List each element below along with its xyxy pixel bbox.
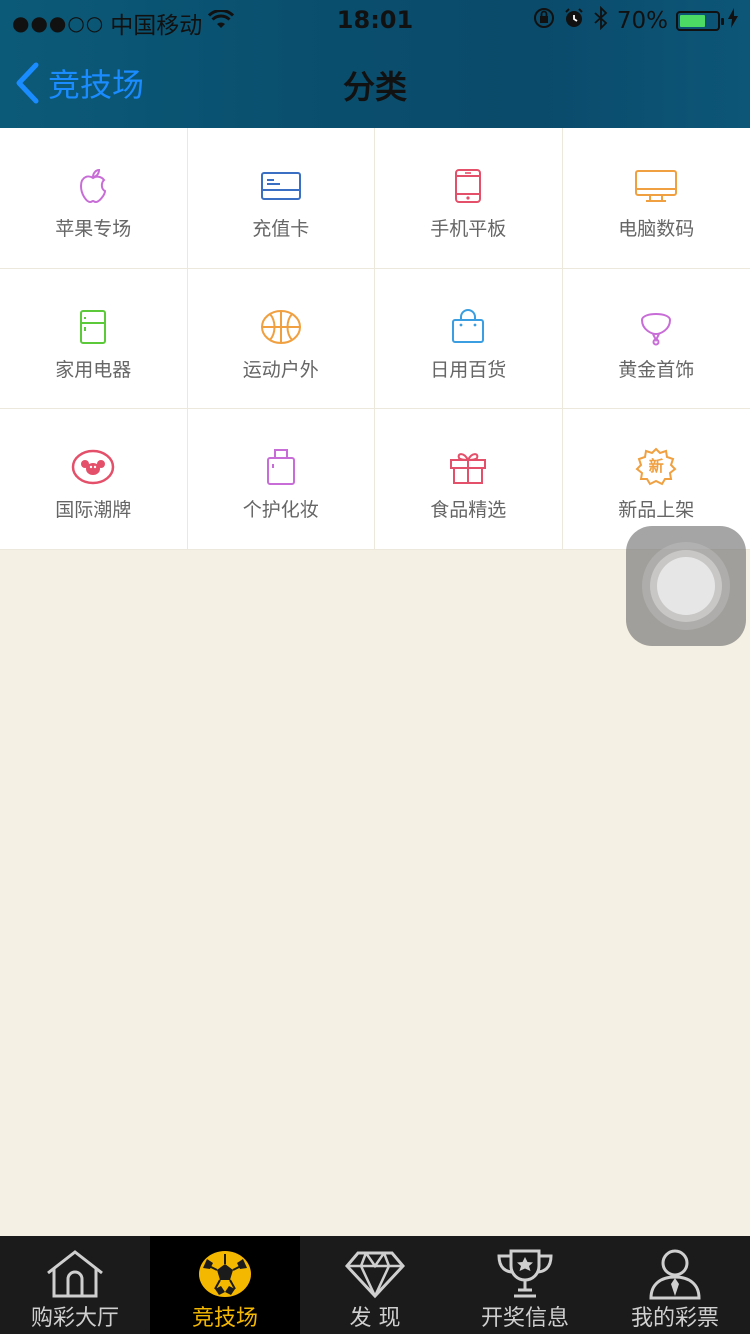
tab-discover[interactable]: 发 现 — [300, 1236, 450, 1334]
battery-percent: 70% — [616, 8, 668, 34]
category-item[interactable]: 黄金首饰 — [562, 269, 750, 410]
new-badge-icon: 新 — [634, 447, 678, 487]
brand-badge-icon — [71, 447, 115, 487]
category-label: 新品上架 — [618, 499, 695, 522]
category-grid: 苹果专场 充值卡 手机平板 电脑数码 家用电器 运动户外 日用百货 黄金首饰 国… — [0, 128, 750, 550]
page-title: 分类 — [342, 68, 407, 106]
status-bar: ●●●○○ 中国移动 18:01 70% — [0, 0, 750, 40]
tab-label: 购彩大厅 — [30, 1306, 119, 1331]
fridge-icon — [71, 307, 115, 347]
tab-label: 我的彩票 — [630, 1306, 719, 1331]
tab-label: 开奖信息 — [480, 1306, 569, 1331]
navigation-bar: 竞技场 分类 — [0, 40, 750, 128]
category-item[interactable]: 国际潮牌 — [0, 409, 188, 550]
tab-bar: 购彩大厅 竞技场 发 现 开奖信息 我的彩票 — [0, 1236, 750, 1334]
category-label: 食品精选 — [430, 499, 507, 522]
tab-label: 竞技场 — [191, 1306, 258, 1331]
assistive-touch-button[interactable] — [626, 526, 746, 646]
category-label: 黄金首饰 — [618, 358, 695, 381]
soccer-ball-icon — [193, 1246, 257, 1302]
tab-label: 发 现 — [349, 1306, 401, 1331]
cosmetics-icon — [259, 447, 303, 487]
alarm-icon — [563, 7, 585, 35]
apple-icon — [71, 166, 115, 206]
tab-arena[interactable]: 竞技场 — [150, 1236, 300, 1334]
category-item[interactable]: 充值卡 — [187, 128, 375, 269]
category-item[interactable]: 电脑数码 — [562, 128, 750, 269]
category-item[interactable]: 日用百货 — [375, 268, 563, 410]
category-item[interactable]: 个护化妆 — [187, 409, 375, 550]
category-label: 家用电器 — [55, 358, 132, 381]
gift-icon — [446, 447, 490, 487]
trophy-icon — [493, 1246, 557, 1302]
category-item[interactable]: 家用电器 — [0, 268, 188, 410]
user-icon — [643, 1246, 707, 1302]
category-item[interactable]: 苹果专场 — [0, 128, 188, 269]
category-item[interactable]: 手机平板 — [375, 128, 563, 269]
category-label: 苹果专场 — [55, 218, 132, 240]
monitor-icon — [634, 166, 678, 206]
home-icon — [43, 1246, 107, 1302]
diamond-icon — [343, 1246, 407, 1302]
category-label: 运动户外 — [242, 358, 319, 381]
tab-my-lottery[interactable]: 我的彩票 — [600, 1236, 750, 1334]
category-item[interactable]: 运动户外 — [187, 268, 375, 410]
tab-draw-results[interactable]: 开奖信息 — [450, 1236, 600, 1334]
phone-icon — [446, 166, 490, 206]
charging-icon — [728, 8, 738, 34]
header: ●●●○○ 中国移动 18:01 70% 竞技场 分类 — [0, 0, 750, 128]
shopping-bag-icon — [446, 307, 490, 347]
category-label: 电脑数码 — [618, 218, 695, 240]
category-label: 个护化妆 — [242, 499, 319, 522]
battery-icon — [676, 11, 724, 31]
category-label: 手机平板 — [430, 218, 507, 240]
category-label: 日用百货 — [430, 358, 507, 381]
basketball-icon — [259, 307, 303, 347]
category-label: 充值卡 — [252, 218, 310, 240]
tab-lottery-hall[interactable]: 购彩大厅 — [0, 1236, 150, 1334]
bluetooth-icon — [593, 5, 609, 36]
rotation-lock-icon — [533, 7, 555, 35]
necklace-icon — [634, 307, 678, 347]
card-icon — [259, 166, 303, 206]
category-item[interactable]: 食品精选 — [375, 409, 563, 550]
category-label: 国际潮牌 — [55, 499, 132, 522]
new-badge-text: 新 — [648, 457, 664, 476]
